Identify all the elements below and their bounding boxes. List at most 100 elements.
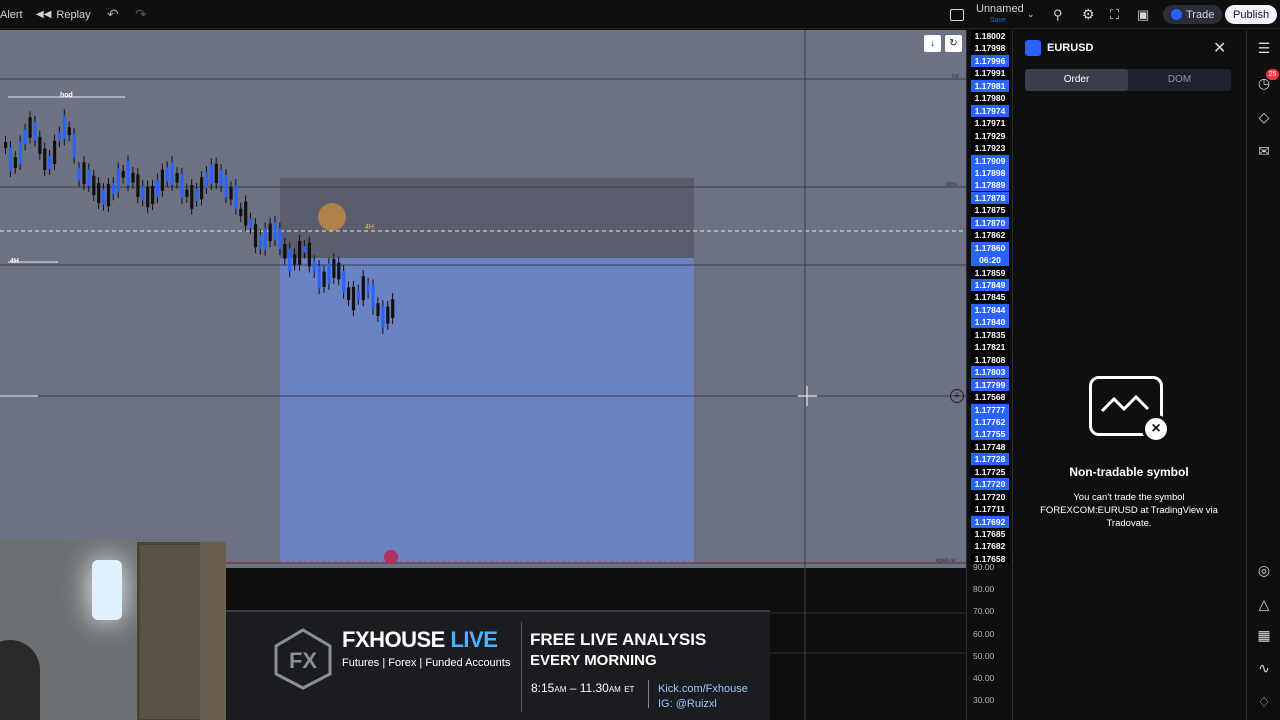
price-label: 1.17840 (971, 316, 1009, 329)
candle-body (366, 283, 370, 293)
candle-body (97, 183, 101, 203)
candle-body (234, 185, 238, 209)
non-tradable-title: Non-tradable symbol (1069, 465, 1189, 479)
layout-chevron-down-icon[interactable]: ⌄ (1027, 0, 1035, 29)
oscillator-value-label: 80.00 (973, 584, 995, 595)
watchlist-icon[interactable]: ☰ (1255, 39, 1273, 57)
message-line-1: You can't trade the symbol (1073, 492, 1185, 503)
oscillator-value-label: 50.00 (973, 650, 995, 661)
snapshot-camera-icon[interactable]: ▣ (1137, 0, 1149, 29)
trade-button[interactable]: Trade (1163, 0, 1223, 29)
price-label: 1.17568 (971, 391, 1009, 404)
wall-light-decoration (92, 560, 122, 620)
replay-label: Replay (56, 8, 91, 21)
candle-body (121, 170, 125, 178)
price-label: 1.17835 (971, 328, 1009, 341)
svg-text:FX: FX (289, 648, 317, 673)
undo-icon[interactable]: ↶ (107, 0, 119, 29)
alert-button[interactable]: Alert (0, 0, 23, 29)
close-icon[interactable]: ✕ (1213, 38, 1226, 58)
publish-button[interactable]: Publish (1225, 0, 1278, 29)
candle-body (209, 164, 213, 184)
price-label: 1.17849 (971, 279, 1009, 291)
non-tradable-icon: × (1089, 376, 1170, 443)
candle-body (214, 163, 218, 184)
notifications-bell-icon[interactable]: ♢ (1255, 693, 1273, 711)
trade-label: Trade (1186, 8, 1215, 21)
trade-logo-icon (1171, 9, 1182, 20)
price-label: 1.17889 (971, 179, 1009, 192)
candle-body (381, 306, 385, 328)
price-label: 1.17685 (971, 528, 1009, 540)
price-label: 1.17720 (971, 490, 1009, 503)
tab-order[interactable]: Order (1025, 69, 1128, 91)
candle-body (92, 175, 96, 195)
price-label: 1.17821 (971, 341, 1009, 354)
alerts-clock-icon[interactable]: ◷ 25 (1255, 69, 1279, 92)
quick-search-icon[interactable]: ⚲ (1053, 0, 1063, 29)
candle-body (253, 224, 258, 248)
reset-chart-button[interactable]: ↻ (945, 35, 962, 52)
candle-body (224, 174, 228, 198)
candle-body (106, 183, 111, 207)
candle-body (23, 129, 27, 145)
candle-body (322, 271, 326, 287)
layers-icon[interactable]: ◇ (1255, 108, 1273, 126)
banner-headline-2: EVERY MORNING (530, 652, 657, 669)
candle-body (72, 133, 76, 158)
oscillator-value-label: 70.00 (973, 606, 995, 617)
settings-gear-icon[interactable]: ⚙ (1082, 0, 1095, 29)
chat-icon[interactable]: ✉ (1255, 142, 1273, 160)
price-label: 1.18002 (971, 30, 1009, 42)
scroll-to-bar-button[interactable]: ↓ (924, 35, 941, 52)
brand-name: FXHOUSE (342, 627, 445, 652)
calendar-icon[interactable]: ▦ (1255, 626, 1273, 644)
price-label: 06:20 (971, 254, 1009, 267)
redo-icon[interactable]: ↷ (135, 0, 147, 29)
target-icon[interactable]: ◎ (1255, 561, 1273, 579)
price-label: 1.17974 (971, 104, 1009, 117)
banner-schedule: 8:15AM – 11.30AM ET (531, 681, 634, 695)
hod-label: hod (60, 92, 73, 99)
candle-body (298, 240, 302, 265)
kick-link[interactable]: Kick.com/Fxhouse (658, 683, 748, 695)
time-start: 8:15 (531, 681, 555, 695)
ig-link[interactable]: IG: @Ruizxl (658, 698, 717, 710)
candle-body (62, 115, 66, 140)
tradingview-logo-icon (1025, 40, 1041, 56)
message-line-2: FOREXCOM:EURUSD at TradingView via (1040, 505, 1218, 516)
right-sidebar: ☰ ◷ 25 ◇ ✉ ◎ △ ▦ ∿ ♢ (1246, 30, 1280, 720)
candle-body (195, 189, 199, 201)
price-label: 1.17859 (971, 266, 1009, 279)
panel-symbol: EURUSD (1047, 42, 1094, 54)
oscillator-value-label: 90.00 (973, 562, 995, 572)
candle-body (337, 262, 341, 280)
brand-tagline: Futures | Forex | Funded Accounts (342, 657, 511, 669)
candle-body (160, 169, 164, 191)
candle-body (278, 228, 282, 250)
price-label: 1.17909 (971, 154, 1009, 167)
candle-body (229, 187, 233, 200)
price-label: 1.17929 (971, 129, 1009, 142)
price-label: 1.17862 (971, 229, 1009, 242)
candle-body (312, 261, 316, 273)
candle-body (57, 132, 62, 142)
candle-body (307, 242, 311, 267)
candle-body (244, 201, 248, 226)
price-label: 1.17682 (971, 540, 1009, 553)
replay-button[interactable]: ◀◀ Replay (36, 0, 91, 29)
news-feed-icon[interactable]: ∿ (1255, 659, 1273, 677)
candle-body (116, 168, 120, 193)
price-label: 1.17980 (971, 92, 1009, 105)
layout-checkbox-icon[interactable] (950, 0, 964, 29)
hd-label: hd (952, 74, 959, 80)
price-axis[interactable]: 1.18002 1.17998 1.17996 1.17991 1.17981 1.179… (966, 30, 1010, 720)
tab-dom[interactable]: DOM (1128, 69, 1231, 91)
layout-name-button[interactable]: Unnamed Save (976, 0, 1024, 29)
fullscreen-icon[interactable]: ⛶ (1110, 0, 1119, 29)
candle-body (102, 189, 106, 205)
candle-body (185, 189, 189, 197)
ideas-icon[interactable]: △ (1255, 595, 1273, 613)
add-alert-plus-icon[interactable]: + (950, 389, 964, 403)
price-label: 1.17711 (971, 503, 1009, 516)
